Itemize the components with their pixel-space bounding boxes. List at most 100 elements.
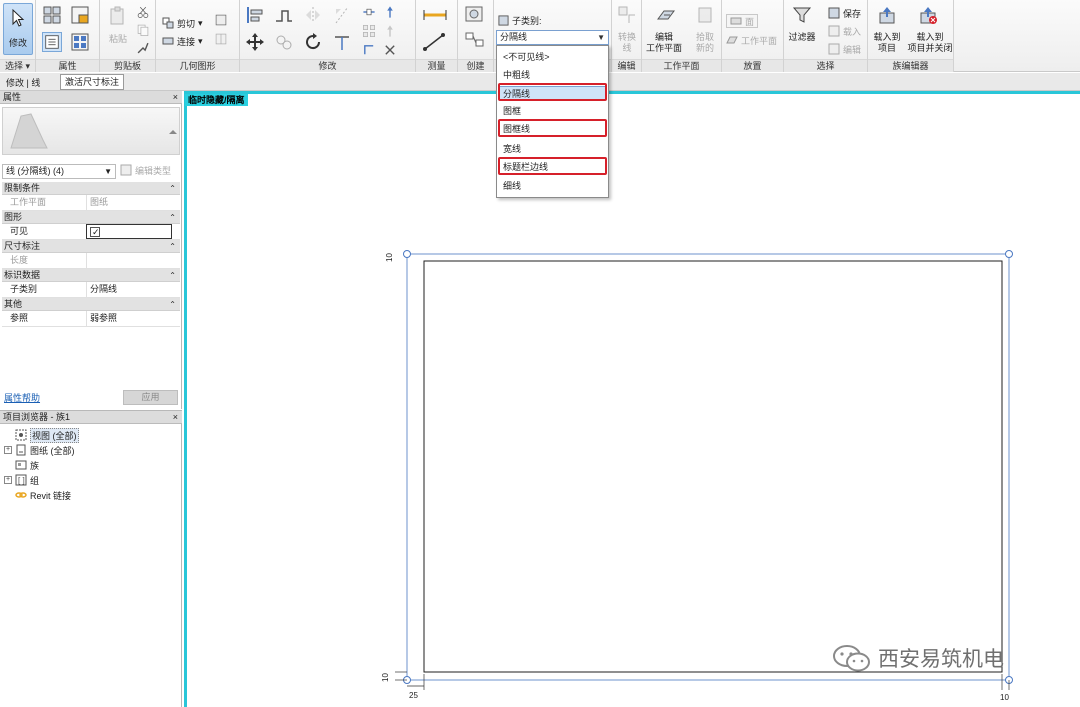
subcategory-option[interactable]: 标题栏边线 [503, 160, 548, 174]
browser-node[interactable]: Revit 链接 [4, 488, 71, 502]
subcategory-option[interactable]: 宽线 [503, 142, 521, 156]
property-key: 可见 [10, 226, 29, 236]
trim-corner-icon[interactable] [362, 43, 376, 57]
create-group-icon[interactable] [464, 30, 486, 50]
measure-icon[interactable] [421, 5, 449, 25]
family-category-icon[interactable] [70, 5, 90, 25]
offset-icon[interactable] [274, 5, 294, 25]
panel-select: 修改 选择 ▾ [0, 0, 36, 72]
collapse-caret-icon[interactable]: ⌃ [169, 269, 176, 282]
collapse-caret-icon[interactable]: ⌃ [169, 182, 176, 195]
mirror-axis-icon[interactable] [303, 5, 323, 25]
split-face-icon[interactable] [214, 32, 228, 46]
load-to-project-close-icon[interactable] [918, 5, 938, 25]
type-properties-icon[interactable] [70, 32, 90, 52]
edit-workplane-icon[interactable] [656, 5, 676, 25]
split-element-icon[interactable] [362, 5, 376, 19]
property-value[interactable] [86, 224, 172, 240]
panel-select-label[interactable]: 选择 ▾ [0, 59, 35, 72]
array-icon[interactable] [362, 24, 376, 38]
browser-node[interactable]: + [ ] 组 [4, 473, 39, 487]
wechat-icon [832, 643, 872, 673]
collapse-caret-icon[interactable]: ⌃ [169, 240, 176, 253]
join-geometry-button[interactable]: 连接 ▾ [162, 34, 203, 48]
grip-handle[interactable] [1005, 250, 1013, 258]
wall-join-icon[interactable] [214, 13, 228, 27]
temporary-hide-banner: 临时隐藏/隔离 [185, 94, 248, 106]
mirror-draw-icon[interactable] [332, 5, 352, 25]
family-types-icon[interactable] [42, 5, 62, 25]
subcategory-option[interactable]: 分隔线 [499, 86, 606, 100]
subcategory-option[interactable]: 细线 [503, 179, 521, 193]
convert-line-icon[interactable] [617, 5, 637, 25]
dimension-offset: 25 [409, 691, 418, 700]
trim-extend-icon[interactable] [332, 32, 352, 52]
subcategory-selected-value: 分隔线 [500, 32, 528, 42]
expand-icon[interactable]: + [4, 446, 12, 454]
selected-border-line[interactable] [406, 253, 1010, 681]
edit-type-button[interactable]: 编辑类型 [120, 164, 178, 179]
property-key: 参照 [10, 313, 29, 323]
expand-icon[interactable]: + [4, 476, 12, 484]
place-surface-button[interactable]: 面 [726, 14, 759, 28]
edit-selection-label: 编辑 [843, 44, 862, 55]
property-group-header[interactable]: 限制条件 ⌃ [2, 182, 180, 195]
activate-dimensions-button[interactable]: 激活尺寸标注 [60, 74, 125, 90]
property-group-header[interactable]: 其他 ⌃ [2, 298, 180, 311]
create-similar-icon[interactable] [464, 5, 486, 25]
match-type-icon[interactable] [136, 41, 150, 55]
subcategory-option[interactable]: 中粗线 [503, 68, 530, 82]
close-icon[interactable]: × [173, 91, 178, 104]
move-icon[interactable] [245, 32, 265, 52]
save-selection-button[interactable]: 保存 [828, 6, 861, 20]
close-icon[interactable]: × [173, 411, 178, 424]
type-preview[interactable] [2, 107, 180, 155]
properties-help-link[interactable]: 属性帮助 [4, 391, 40, 404]
modify-button[interactable]: 修改 [3, 3, 33, 55]
collapse-caret-icon[interactable]: ⌃ [169, 298, 176, 311]
aligned-dimension-icon[interactable] [421, 32, 449, 52]
browser-node[interactable]: 族 [4, 458, 39, 472]
property-value[interactable]: 弱参照 [86, 311, 172, 326]
properties-toggle-icon[interactable] [42, 32, 62, 52]
delete-icon[interactable] [383, 43, 397, 57]
grip-handle[interactable] [403, 250, 411, 258]
subcategory-option[interactable]: 图框线 [503, 122, 530, 136]
place-workplane-button[interactable]: 工作平面 [726, 33, 777, 47]
property-group-header[interactable]: 标识数据 ⌃ [2, 269, 180, 282]
property-group-header[interactable]: 图形 ⌃ [2, 211, 180, 224]
cut-scissors-icon[interactable] [136, 5, 150, 19]
chevron-down-icon: ▼ [104, 167, 112, 176]
load-to-project-icon[interactable] [877, 5, 897, 25]
collapse-caret-icon[interactable]: ⌃ [169, 211, 176, 224]
subcategory-option[interactable]: 图框 [503, 104, 521, 118]
properties-table: 限制条件 ⌃ 工作平面 图纸图形 ⌃ 可见尺寸标注 ⌃ 长度标识数据 ⌃ 子类别 分隔线其他 ⌃ 参照 弱… [2, 182, 180, 327]
pin-icon[interactable] [383, 5, 397, 19]
edit-selection-button[interactable]: 编辑 [828, 42, 861, 56]
visible-checkbox[interactable] [90, 225, 100, 240]
rotate-icon[interactable] [303, 32, 323, 52]
panel-edit-label: 编辑 [612, 59, 641, 72]
drawing-canvas[interactable]: 10 10 25 10 [184, 91, 1080, 707]
convert-line-label: 转换 线 [617, 32, 636, 53]
type-selector[interactable]: 线 (分隔线) (4) ▼ [2, 164, 116, 179]
property-row: 子类别 分隔线 [2, 282, 180, 298]
paste-icon[interactable] [108, 6, 128, 26]
property-value[interactable]: 分隔线 [86, 282, 172, 297]
copy-element-icon[interactable] [274, 32, 294, 52]
browser-node[interactable]: 视图 (全部) [4, 427, 79, 443]
subcategory-option[interactable]: <不可见线> [503, 50, 550, 64]
pick-new-workplane-icon[interactable] [696, 5, 716, 25]
properties-panel: 属性 × 线 (分隔线) (4) ▼ 编辑类型 限制条件 ⌃ 工作平面 图纸 图形 ⌃ 可见… [0, 91, 182, 409]
cut-geometry-button[interactable]: 剪切 ▾ [162, 16, 203, 30]
apply-button[interactable]: 应用 [123, 390, 178, 405]
frame-line[interactable] [423, 260, 1003, 673]
property-group-header[interactable]: 尺寸标注 ⌃ [2, 240, 180, 253]
subcategory-select[interactable]: 分隔线 ▼ [496, 30, 609, 45]
align-icon[interactable] [245, 5, 265, 25]
unpin-icon[interactable] [383, 24, 397, 38]
browser-node[interactable]: + 图纸 (全部) [4, 443, 75, 457]
load-selection-button[interactable]: 载入 [828, 24, 861, 38]
copy-icon[interactable] [136, 23, 150, 37]
filter-funnel-icon[interactable] [792, 5, 812, 25]
